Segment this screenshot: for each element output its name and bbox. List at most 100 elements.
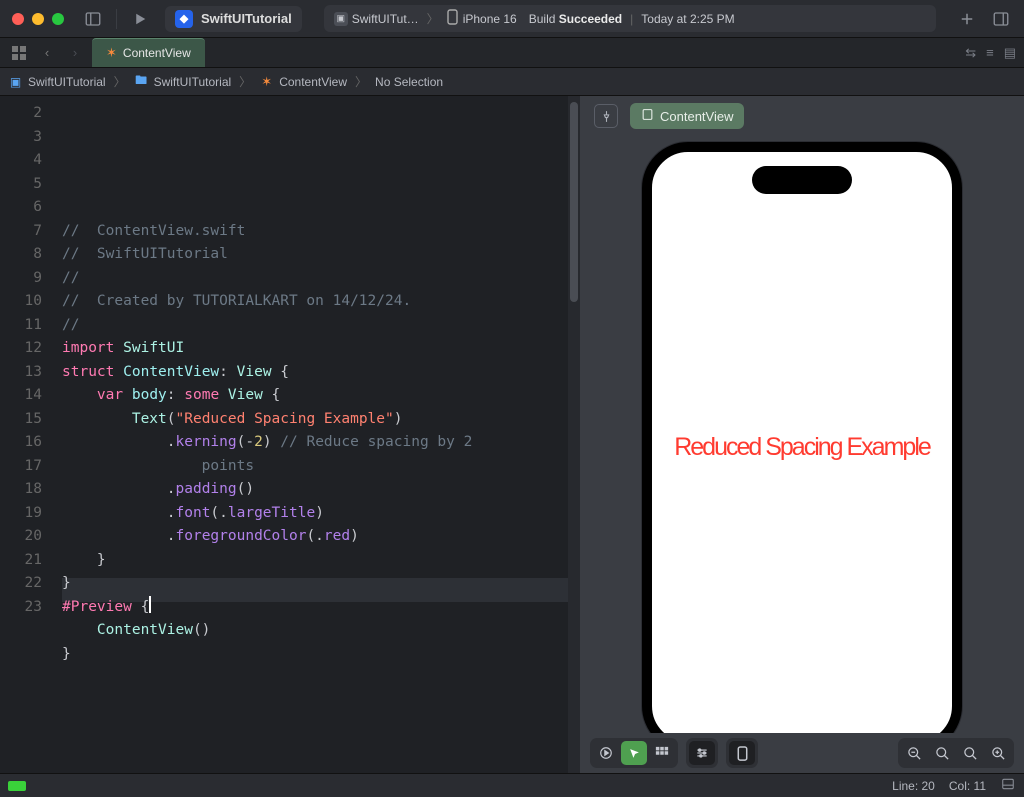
line-number: 7 — [0, 220, 42, 244]
crumb-selection[interactable]: No Selection — [375, 75, 443, 89]
preview-view-icon — [641, 108, 654, 124]
dynamic-island — [752, 166, 852, 194]
code-line[interactable]: #Preview { — [62, 596, 568, 620]
chevron-right-icon: 〉 — [114, 73, 126, 90]
status-line: Line: 20 — [892, 779, 935, 793]
breadcrumb[interactable]: ▣ SwiftUITutorial 〉 🖿 SwiftUITutorial 〉 … — [0, 68, 1024, 96]
titlebar: ◆ SwiftUITutorial ▣ SwiftUITut… 〉 iPhone… — [0, 0, 1024, 38]
code-line[interactable]: // Created by TUTORIALKART on 14/12/24. — [62, 290, 568, 314]
tab-active[interactable]: ✶ ContentView — [92, 38, 205, 67]
code-line[interactable]: // — [62, 314, 568, 338]
scrollbar-thumb[interactable] — [570, 102, 578, 302]
preview-selector[interactable]: ContentView — [630, 103, 744, 129]
line-number: 20 — [0, 525, 42, 549]
run-button[interactable] — [129, 8, 151, 30]
line-number: 5 — [0, 173, 42, 197]
code-line[interactable]: .font(.largeTitle) — [62, 502, 568, 526]
line-number: 18 — [0, 478, 42, 502]
live-preview-button[interactable] — [593, 741, 619, 765]
scheme-name: SwiftUITutorial — [201, 11, 292, 26]
line-number: 3 — [0, 126, 42, 150]
crumb-project[interactable]: ▣ SwiftUITutorial — [8, 74, 106, 89]
back-button[interactable]: ‹ — [36, 42, 58, 64]
status-col: Col: 11 — [949, 779, 986, 793]
code-line[interactable]: points — [62, 455, 568, 479]
selectable-preview-button[interactable] — [621, 741, 647, 765]
code-line[interactable]: Text("Reduced Spacing Example") — [62, 408, 568, 432]
code-content[interactable]: // ContentView.swift// SwiftUITutorial//… — [56, 96, 568, 773]
line-number: 9 — [0, 267, 42, 291]
device-chooser-button[interactable] — [729, 741, 755, 765]
pin-preview-button[interactable] — [594, 104, 618, 128]
code-line[interactable]: import SwiftUI — [62, 337, 568, 361]
scheme-selector[interactable]: ◆ SwiftUITutorial — [165, 6, 302, 32]
build-time: Today at 2:25 PM — [641, 12, 734, 26]
device-chip: iPhone 16 — [447, 9, 517, 28]
folder-icon: 🖿 — [134, 74, 149, 89]
minimap-icon[interactable]: ▤ — [1004, 45, 1016, 61]
zoom-actual-button[interactable] — [957, 741, 983, 765]
minimize-window-button[interactable] — [32, 13, 44, 25]
chevron-right-icon: 〉 — [355, 73, 367, 90]
code-editor[interactable]: 234567891011121314151617181920212223 // … — [0, 96, 580, 773]
crumb-folder[interactable]: 🖿 SwiftUITutorial — [134, 74, 232, 89]
status-bar: Line: 20 Col: 11 — [0, 773, 1024, 797]
variants-button[interactable] — [649, 741, 675, 765]
zoom-window-button[interactable] — [52, 13, 64, 25]
code-line[interactable]: // — [62, 267, 568, 291]
build-status: Build Succeeded — [529, 12, 622, 26]
line-number: 16 — [0, 431, 42, 455]
titlebar-right — [956, 8, 1012, 30]
code-line[interactable]: .padding() — [62, 478, 568, 502]
line-number: 17 — [0, 455, 42, 479]
line-number: 13 — [0, 361, 42, 385]
navigator-toggle-icon[interactable] — [82, 8, 104, 30]
code-line[interactable]: struct ContentView: View { — [62, 361, 568, 385]
code-line[interactable]: ContentView() — [62, 619, 568, 643]
code-line[interactable]: // ContentView.swift — [62, 220, 568, 244]
project-icon: ▣ — [8, 74, 23, 89]
device-settings-button[interactable] — [689, 741, 715, 765]
line-number: 4 — [0, 149, 42, 173]
code-line[interactable]: .foregroundColor(.red) — [62, 525, 568, 549]
line-number: 21 — [0, 549, 42, 573]
chevron-right-icon: 〉 — [427, 10, 439, 27]
scrollbar[interactable] — [568, 96, 580, 773]
swift-file-icon: ✶ — [106, 45, 117, 61]
swift-file-icon: ✶ — [259, 74, 274, 89]
line-number: 22 — [0, 572, 42, 596]
code-line[interactable]: } — [62, 549, 568, 573]
line-number: 8 — [0, 243, 42, 267]
iphone-icon — [447, 9, 458, 28]
forward-button[interactable]: › — [64, 42, 86, 64]
line-number: 10 — [0, 290, 42, 314]
preview-canvas[interactable]: Reduced Spacing Example — [580, 136, 1024, 733]
line-number: 23 — [0, 596, 42, 620]
close-window-button[interactable] — [12, 13, 24, 25]
device-frame: Reduced Spacing Example — [642, 142, 962, 733]
tab-label: ContentView — [123, 46, 191, 60]
adjust-icon[interactable]: ≡ — [986, 45, 994, 61]
status-indicator[interactable] — [8, 781, 26, 791]
code-line[interactable]: } — [62, 643, 568, 667]
related-items-icon[interactable] — [8, 42, 30, 64]
zoom-controls — [898, 738, 1014, 768]
line-number: 11 — [0, 314, 42, 338]
line-number: 6 — [0, 196, 42, 220]
code-line[interactable]: } — [62, 572, 568, 596]
activity-bar[interactable]: ▣ SwiftUITut… 〉 iPhone 16 Build Succeede… — [324, 5, 936, 32]
add-button[interactable] — [956, 8, 978, 30]
code-line[interactable]: // SwiftUITutorial — [62, 243, 568, 267]
crumb-file[interactable]: ✶ ContentView — [259, 74, 347, 89]
preview-toolbar: ContentView — [580, 96, 1024, 136]
app-icon: ◆ — [175, 10, 193, 28]
library-toggle-icon[interactable] — [990, 8, 1012, 30]
chevron-right-icon: 〉 — [239, 73, 251, 90]
zoom-fit-button[interactable] — [929, 741, 955, 765]
refresh-icon[interactable]: ⇆ — [965, 45, 976, 61]
code-line[interactable]: var body: some View { — [62, 384, 568, 408]
zoom-in-button[interactable] — [985, 741, 1011, 765]
status-panel-icon[interactable] — [1000, 777, 1016, 794]
zoom-out-button[interactable] — [901, 741, 927, 765]
code-line[interactable]: .kerning(-2) // Reduce spacing by 2 — [62, 431, 568, 455]
